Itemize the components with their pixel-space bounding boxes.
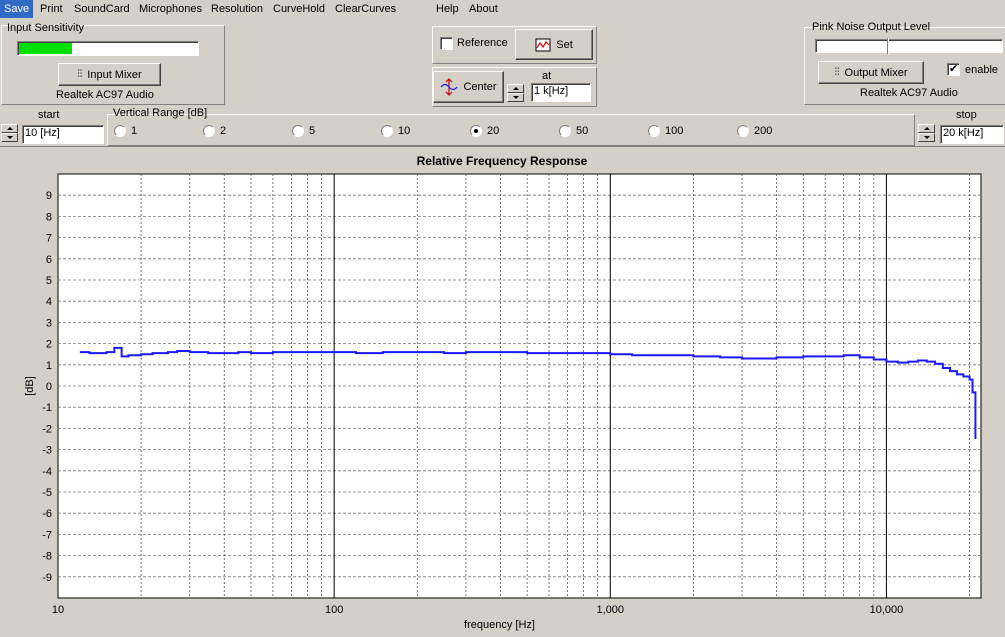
range-radio-label: 10 xyxy=(398,125,411,137)
y-tick-label: 9 xyxy=(46,190,52,202)
x-tick-label: 10,000 xyxy=(870,604,904,616)
menu-soundcard[interactable]: SoundCard xyxy=(70,0,134,18)
set-label: Set xyxy=(556,38,573,51)
x-tick-label: 10 xyxy=(52,604,64,616)
stop-label: stop xyxy=(956,109,977,121)
chart-area: Relative Frequency Response 9 8 7 6 5 4 3 2 1 0 -1-… xyxy=(0,146,1005,634)
start-frequency-input[interactable]: 10 [Hz] xyxy=(22,125,104,144)
pink-noise-slider[interactable] xyxy=(815,38,1003,54)
center-frequency-input[interactable]: 1 k[Hz] xyxy=(531,83,591,102)
center-icon xyxy=(441,78,458,96)
y-tick-label: -4 xyxy=(42,466,52,478)
range-radio-100[interactable] xyxy=(648,125,660,137)
input-mixer-label: Input Mixer xyxy=(87,68,142,81)
input-mixer-button[interactable]: ⫶⫶ Input Mixer xyxy=(58,63,161,86)
x-axis-label: frequency [Hz] xyxy=(464,619,535,631)
y-tick-label: 1 xyxy=(46,360,52,372)
menu-curvehold[interactable]: CurveHold xyxy=(269,0,329,18)
center-label: Center xyxy=(463,81,497,93)
y-tick-label: 5 xyxy=(46,275,52,287)
start-spinner[interactable] xyxy=(1,124,18,142)
y-tick-label: -5 xyxy=(42,487,52,499)
input-level-fill xyxy=(19,43,72,54)
range-radio-50[interactable] xyxy=(559,125,571,137)
range-radio-20[interactable] xyxy=(470,125,482,137)
menu-save[interactable]: Save xyxy=(0,0,34,18)
vertical-range-panel xyxy=(107,114,915,146)
output-mixer-label: Output Mixer xyxy=(844,66,908,79)
menu-resolution[interactable]: Resolution xyxy=(207,0,267,18)
enable-label: enable xyxy=(965,64,999,76)
graph-icon xyxy=(535,38,551,51)
y-tick-label: -8 xyxy=(42,551,52,563)
range-radio-label: 50 xyxy=(576,125,589,137)
spin-down-icon[interactable] xyxy=(1,133,18,142)
menu-print[interactable]: Print xyxy=(36,0,67,18)
menu-about[interactable]: About xyxy=(465,0,502,18)
y-tick-label: 0 xyxy=(46,381,52,393)
output-device-label: Realtek AC97 Audio xyxy=(860,87,958,99)
y-tick-label: -9 xyxy=(42,572,52,584)
output-mixer-button[interactable]: ⫶⫶ Output Mixer xyxy=(818,61,924,84)
spin-down-icon[interactable] xyxy=(918,133,935,142)
y-axis-label: [dB] xyxy=(24,376,36,396)
spin-up-icon[interactable] xyxy=(507,84,524,93)
range-radio-label: 100 xyxy=(665,125,684,137)
y-tick-label: 7 xyxy=(46,233,52,245)
range-radio-1[interactable] xyxy=(114,125,126,137)
range-radio-label: 1 xyxy=(131,125,138,137)
x-tick-label: 1,000 xyxy=(597,604,625,616)
reference-checkbox[interactable] xyxy=(440,37,453,50)
menu-bar: Save Print SoundCard Microphones Resolut… xyxy=(0,0,1005,18)
stop-frequency-input[interactable]: 20 k[Hz] xyxy=(940,125,1004,144)
range-radio-label: 20 xyxy=(487,125,500,137)
menu-help[interactable]: Help xyxy=(432,0,463,18)
spin-down-icon[interactable] xyxy=(507,93,524,102)
chart-title: Relative Frequency Response xyxy=(417,154,588,168)
range-radio-label: 200 xyxy=(754,125,773,137)
start-label: start xyxy=(38,109,60,121)
mixer-icon: ⫶⫶ xyxy=(834,67,840,78)
y-tick-label: 4 xyxy=(46,296,52,308)
range-radio-2[interactable] xyxy=(203,125,215,137)
range-radio-200[interactable] xyxy=(737,125,749,137)
y-tick-label: -6 xyxy=(42,508,52,520)
range-radio-10[interactable] xyxy=(381,125,393,137)
y-tick-label: 3 xyxy=(46,317,52,329)
frequency-response-chart: Relative Frequency Response9876543210-1-… xyxy=(24,154,982,631)
mixer-icon: ⫶⫶ xyxy=(77,69,83,80)
y-tick-label: -3 xyxy=(42,445,52,457)
x-tick-label: 100 xyxy=(325,604,343,616)
center-at-label: at xyxy=(542,70,552,82)
slider-thumb[interactable] xyxy=(887,38,889,54)
input-level-meter xyxy=(17,41,199,56)
y-tick-label: -1 xyxy=(42,402,52,414)
center-button[interactable]: Center xyxy=(433,71,504,103)
y-tick-label: 6 xyxy=(46,254,52,266)
menu-clearcurves[interactable]: ClearCurves xyxy=(331,0,400,18)
input-sensitivity-title: Input Sensitivity xyxy=(7,22,85,34)
y-tick-label: -7 xyxy=(42,529,52,541)
range-radio-label: 2 xyxy=(220,125,227,137)
range-radio-label: 5 xyxy=(309,125,316,137)
reference-label: Reference xyxy=(457,37,508,49)
input-device-label: Realtek AC97 Audio xyxy=(56,89,154,101)
range-radio-5[interactable] xyxy=(292,125,304,137)
y-tick-label: 8 xyxy=(46,211,52,223)
pink-noise-title: Pink Noise Output Level xyxy=(812,21,931,33)
y-tick-label: -2 xyxy=(42,423,52,435)
spin-up-icon[interactable] xyxy=(918,124,935,133)
stop-spinner[interactable] xyxy=(918,124,935,142)
menu-microphones[interactable]: Microphones xyxy=(135,0,206,18)
center-spinner[interactable] xyxy=(507,84,524,102)
spin-up-icon[interactable] xyxy=(1,124,18,133)
set-button[interactable]: Set xyxy=(515,29,593,60)
enable-checkbox[interactable] xyxy=(947,62,960,76)
vertical-range-title: Vertical Range [dB] xyxy=(113,107,208,119)
y-tick-label: 2 xyxy=(46,339,52,351)
